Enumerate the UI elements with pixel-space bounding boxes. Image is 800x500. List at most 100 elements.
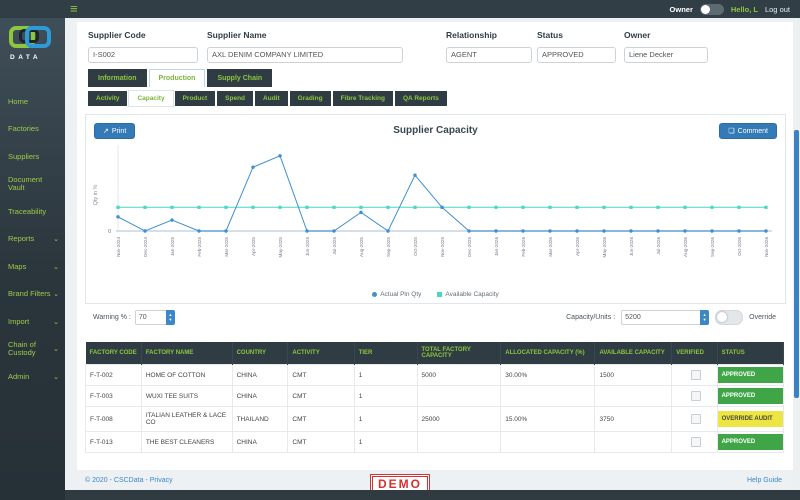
page-scrollbar[interactable] [793,18,800,490]
sidebar-item-traceability[interactable]: Traceability [0,198,65,226]
cell-tier: 1 [353,385,418,407]
tab-spend[interactable]: Spend [217,91,254,106]
sidebar-item-suppliers[interactable]: Suppliers [0,143,65,171]
override-toggle[interactable] [715,310,744,325]
status-badge: APPROVED [717,367,783,383]
tab-production[interactable]: Production [148,69,206,87]
cell-activity: CMT [287,385,355,407]
factories-table: FACTORY CODE FACTORY NAME COUNTRY ACTIVITY T… [85,342,785,453]
svg-text:Nov-2025: Nov-2025 [440,237,445,257]
logout-link[interactable]: Log out [765,5,790,14]
cell-activity: CMT [287,364,355,386]
privacy-link[interactable]: Privacy [150,477,173,484]
warning-percent-input[interactable] [134,310,166,325]
svg-text:Dec-2025: Dec-2025 [467,237,472,257]
status-badge: APPROVED [717,388,783,404]
field-input[interactable] [88,46,198,63]
verified-checkbox[interactable] [690,437,701,447]
sidebar-item-maps[interactable]: Maps ⌄ [0,253,65,281]
cell-country: CHINA [231,431,289,453]
col-header-status: STATUS [717,342,785,365]
cell-allocated-capacity [500,431,596,453]
status-badge: OVERRIDE AUDIT [717,411,783,427]
svg-text:0: 0 [108,229,111,235]
verified-checkbox[interactable] [690,414,701,424]
legend-item-available-capacity[interactable]: Available Capacity [437,291,499,298]
sidebar-item-import[interactable]: Import ⌄ [0,308,65,336]
verified-checkbox[interactable] [690,391,701,401]
cell-total-capacity [416,385,502,407]
svg-text:Apr-2026: Apr-2026 [575,237,580,256]
scrollbar-thumb[interactable] [794,130,799,398]
tab-supply-chain[interactable]: Supply Chain [207,69,273,87]
chevron-down-icon: ⌄ [53,373,59,381]
logo-text: DATA [10,54,42,61]
field-input[interactable] [537,46,616,63]
tab-activity[interactable]: Activity [88,91,128,106]
tab-fibre-tracking[interactable]: Fibre Tracking [332,91,393,106]
tab-audit[interactable]: Audit [255,91,288,106]
legend-marker-icon [437,292,443,297]
tab-grading[interactable]: Grading [289,91,331,106]
cell-country: CHINA [231,385,289,407]
svg-text:Mar-2026: Mar-2026 [548,237,553,257]
owner-toggle[interactable] [699,3,724,15]
tab-information[interactable]: Information [88,69,147,87]
capacity-units-input[interactable] [621,310,701,325]
capacity-spinner[interactable]: ▲ ▼ [700,310,710,325]
svg-text:Jan-2026: Jan-2026 [494,237,499,257]
topbar-right: Owner Hello, L Log out [670,0,790,18]
spinner-down-icon[interactable]: ▼ [168,318,172,322]
sidebar-item-admin[interactable]: Admin ⌄ [0,363,65,391]
svg-text:Mar-2025: Mar-2025 [224,237,229,257]
table-row[interactable]: F-T-013 THE BEST CLEANERS CHINA CMT 1 APPROVE… [85,431,785,453]
comment-button[interactable]: ❏ Comment [719,123,777,139]
field-input[interactable] [207,46,403,63]
cell-verified [671,406,718,432]
field-label: Supplier Code [88,30,146,40]
cell-status: APPROVED [716,364,785,386]
legend-item-actual-pln-qty[interactable]: Actual Pln Qty [372,291,421,298]
field-label: Owner [624,30,651,40]
sidebar-item-document-vault[interactable]: Document Vault [0,171,65,199]
legend-label: Available Capacity [445,291,499,298]
tab-qa-reports[interactable]: QA Reports [395,91,447,106]
sidebar-item-factories[interactable]: Factories [0,116,65,144]
chart-legend: Actual Pln Qty Available Capacity [86,291,785,298]
svg-text:Qty in %: Qty in % [93,185,99,206]
owner-toggle-label: Owner [669,4,693,14]
field-status: Status [537,30,616,63]
svg-text:Nov-2026: Nov-2026 [764,237,769,257]
svg-text:Feb-2025: Feb-2025 [197,237,202,257]
warning-spinner[interactable]: ▲ ▼ [165,310,175,325]
legend-marker-icon [372,292,378,297]
table-row[interactable]: F-T-008 ITALIAN LEATHER & LACE CO THAILAND… [85,406,785,432]
table-row[interactable]: F-T-002 HOME OF COTTON CHINA CMT 1 5000 30.00%… [85,364,785,386]
sidebar-item-label: Admin [8,371,30,381]
cell-available-capacity: 3750 [594,406,673,432]
tab-capacity[interactable]: Capacity [128,90,174,107]
verified-checkbox[interactable] [690,370,701,380]
tab-product[interactable]: Product [174,91,216,106]
svg-text:Jun-2026: Jun-2026 [629,237,634,257]
field-input[interactable] [446,46,532,63]
spinner-down-icon[interactable]: ▼ [703,318,707,322]
main-tabs: Information Production Supply Chain [88,69,273,87]
sidebar-item-label: Suppliers [8,151,40,161]
factories-table-wrap: FACTORY CODE FACTORY NAME COUNTRY ACTIVITY T… [85,342,785,453]
col-header-activity: ACTIVITY [287,342,355,365]
svg-text:Aug-2025: Aug-2025 [359,237,364,257]
table-row[interactable]: F-T-003 WUXI TEE SUITS CHINA CMT 1 APPROVED [85,385,785,407]
cell-verified [671,364,718,386]
sidebar-item-label: Chain of Custody [8,340,36,358]
sidebar-item-home[interactable]: Home [0,88,65,116]
sidebar-item-reports[interactable]: Reports ⌄ [0,226,65,254]
sidebar-item-chain-of-custody[interactable]: Chain of Custody ⌄ [0,336,65,364]
sidebar-nav: Home Factories Suppliers Document Vault Trac… [0,88,65,391]
hamburger-menu-icon[interactable]: ≡ [70,1,78,17]
field-input[interactable] [624,46,708,63]
col-header-verified: VERIFIED [671,342,718,365]
cell-factory-code: F-T-002 [85,364,142,386]
sidebar-item-brand-filters[interactable]: Brand Filters ⌄ [0,281,65,309]
help-guide-link[interactable]: Help Guide [747,477,782,484]
